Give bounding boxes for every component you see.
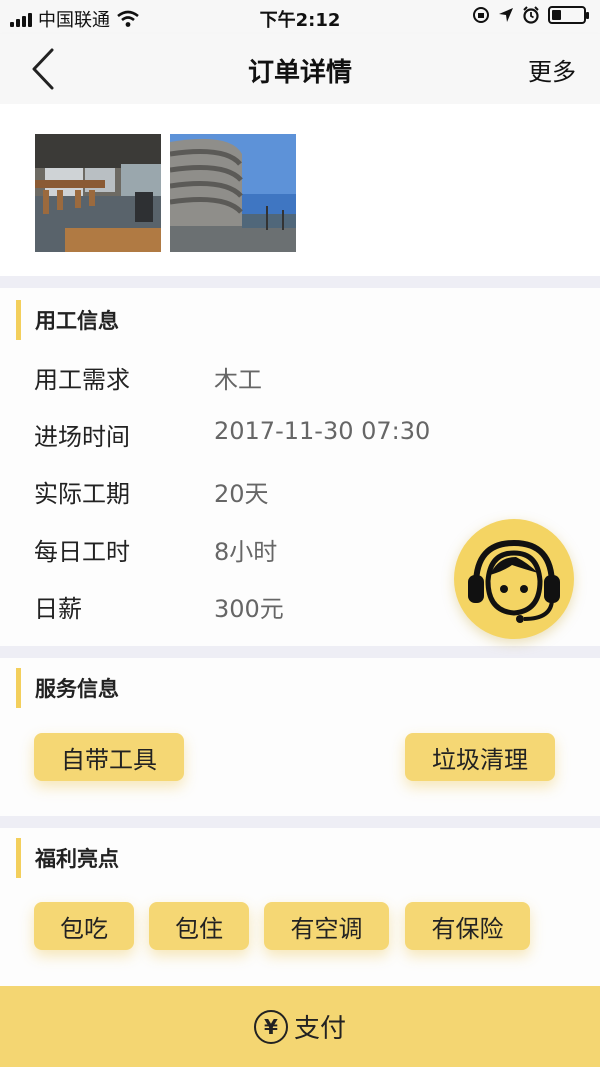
section-accent-bar [16,838,21,878]
info-row-daily-hours: 每日工时 8小时 [34,532,277,567]
info-value: 2017-11-30 07:30 [214,417,431,445]
info-label: 日薪 [34,595,82,623]
info-label: 进场时间 [34,423,130,451]
work-info-header: 用工信息 [0,300,119,340]
site-photo-cafe[interactable] [35,134,161,252]
pay-button[interactable]: ¥ 支付 [0,986,600,1067]
service-tag: 垃圾清理 [405,733,555,781]
benefit-tag: 有空调 [264,902,389,950]
section-divider [0,276,600,288]
service-info-title: 服务信息 [35,677,119,701]
section-divider [0,816,600,828]
battery-icon [548,6,589,24]
benefit-tag: 有保险 [405,902,530,950]
benefit-tag: 包住 [149,902,249,950]
section-accent-bar [16,300,21,340]
status-bar: 中国联通 下午2:12 [0,0,600,34]
info-row-demand: 用工需求 木工 [34,360,262,395]
info-label: 用工需求 [34,366,130,394]
navigation-bar: 订单详情 更多 [0,34,600,104]
more-button[interactable]: 更多 [528,52,576,87]
customer-service-button[interactable] [454,519,574,639]
section-accent-bar [16,668,21,708]
info-value: 20天 [214,480,269,508]
benefits-header: 福利亮点 [0,838,119,878]
location-icon [499,8,513,22]
benefit-tag: 包吃 [34,902,134,950]
service-info-header: 服务信息 [0,668,119,708]
info-row-duration: 实际工期 20天 [34,474,269,509]
info-value: 8小时 [214,538,278,566]
service-tag: 自带工具 [34,733,184,781]
info-value: 300元 [214,595,284,623]
headset-agent-icon [468,539,560,623]
benefits-title: 福利亮点 [35,847,119,871]
page-title: 订单详情 [247,58,352,88]
info-label: 每日工时 [34,538,130,566]
benefits-section: 福利亮点 包吃 包住 有空调 有保险 [0,828,600,986]
alarm-icon [523,6,539,24]
site-photo-building[interactable] [170,134,296,252]
info-label: 实际工期 [34,480,130,508]
yen-icon: ¥ [253,1009,288,1044]
photo-gallery [0,104,600,276]
info-row-entry-time: 进场时间 2017-11-30 07:30 [34,417,430,452]
info-row-daily-wage: 日薪 300元 [34,589,284,624]
info-value: 木工 [214,366,262,394]
pay-label: 支付 [293,1014,346,1044]
rotation-lock-icon [473,7,489,23]
section-divider [0,646,600,658]
service-info-section: 服务信息 自带工具 垃圾清理 [0,658,600,816]
work-info-title: 用工信息 [35,309,119,333]
